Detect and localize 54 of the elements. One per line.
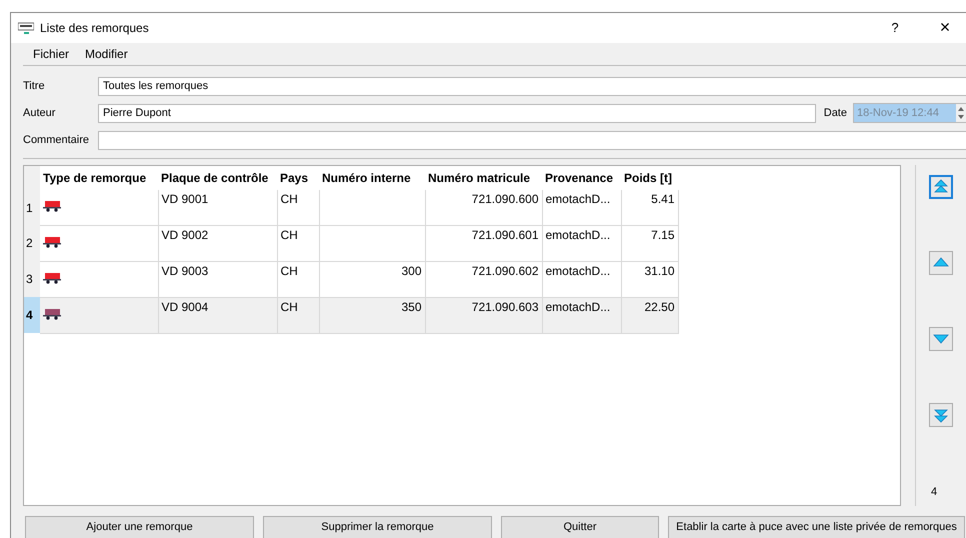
table-cell: VD 9002 xyxy=(158,225,277,262)
table-cell: CH xyxy=(277,261,319,298)
table-cell: emotachD... xyxy=(542,190,621,226)
trailer-icon xyxy=(43,200,61,212)
trailer-icon xyxy=(43,272,61,284)
table-cell: emotachD... xyxy=(542,225,621,262)
help-button[interactable]: ? xyxy=(873,14,917,42)
comment-field[interactable] xyxy=(98,130,966,150)
move-up-button[interactable] xyxy=(929,250,953,275)
table-cell: VD 9004 xyxy=(158,297,277,334)
table-cell: 31.10 xyxy=(621,261,678,298)
row-header[interactable]: 4 xyxy=(24,297,40,334)
table-cell: CH xyxy=(277,190,319,226)
action-button[interactable]: Etablir la carte à puce avec une liste privée de remorques xyxy=(668,516,965,538)
table-cell: 5.41 xyxy=(621,190,678,226)
title-field[interactable]: Toutes les remorques xyxy=(98,76,966,96)
action-button[interactable]: Quitter xyxy=(501,516,659,538)
spinner-arrows-icon[interactable] xyxy=(956,104,966,122)
window-title: Liste des remorques xyxy=(40,20,149,35)
trailer-icon xyxy=(43,236,61,248)
table-cell: VD 9001 xyxy=(158,190,277,226)
table-cell: emotachD... xyxy=(542,297,621,334)
row-header[interactable]: 3 xyxy=(24,261,40,298)
table-cell: emotachD... xyxy=(542,261,621,298)
field-label: Auteur xyxy=(23,107,56,120)
field-label: Date xyxy=(824,107,847,120)
close-button[interactable]: × xyxy=(923,14,966,42)
table-cell: 721.090.601 xyxy=(425,225,542,262)
action-button[interactable]: Ajouter une remorque xyxy=(25,516,254,538)
trailer-icon xyxy=(43,308,61,320)
table-cell: CH xyxy=(277,225,319,262)
action-button[interactable]: Supprimer la remorque xyxy=(263,516,492,538)
table-cell: VD 9003 xyxy=(158,261,277,298)
move-to-top-button[interactable] xyxy=(929,174,953,199)
app-logo-icon xyxy=(18,20,34,35)
table-cell: 300 xyxy=(401,264,422,278)
table-cell: 721.090.603 xyxy=(425,297,542,334)
table-cell: 721.090.602 xyxy=(425,261,542,298)
table-cell: 350 xyxy=(401,300,422,314)
menu-item[interactable]: Fichier xyxy=(33,46,70,61)
field-label: Titre xyxy=(23,80,46,92)
field-label: Commentaire xyxy=(23,134,90,146)
row-count: 4 xyxy=(930,486,938,498)
table-cell: 7.15 xyxy=(621,225,678,262)
column-header[interactable]: Type de remorque xyxy=(40,166,158,190)
author-field[interactable]: Pierre Dupont xyxy=(98,104,816,123)
move-down-button[interactable] xyxy=(929,326,953,351)
table-cell: 22.50 xyxy=(621,297,678,334)
row-header[interactable]: 2 xyxy=(24,225,40,262)
row-header[interactable]: 1 xyxy=(24,190,40,226)
move-to-bottom-button[interactable] xyxy=(929,402,953,427)
table-cell: CH xyxy=(277,297,319,334)
menu-item[interactable]: Modifier xyxy=(85,46,128,61)
table-cell: 721.090.600 xyxy=(425,190,542,226)
